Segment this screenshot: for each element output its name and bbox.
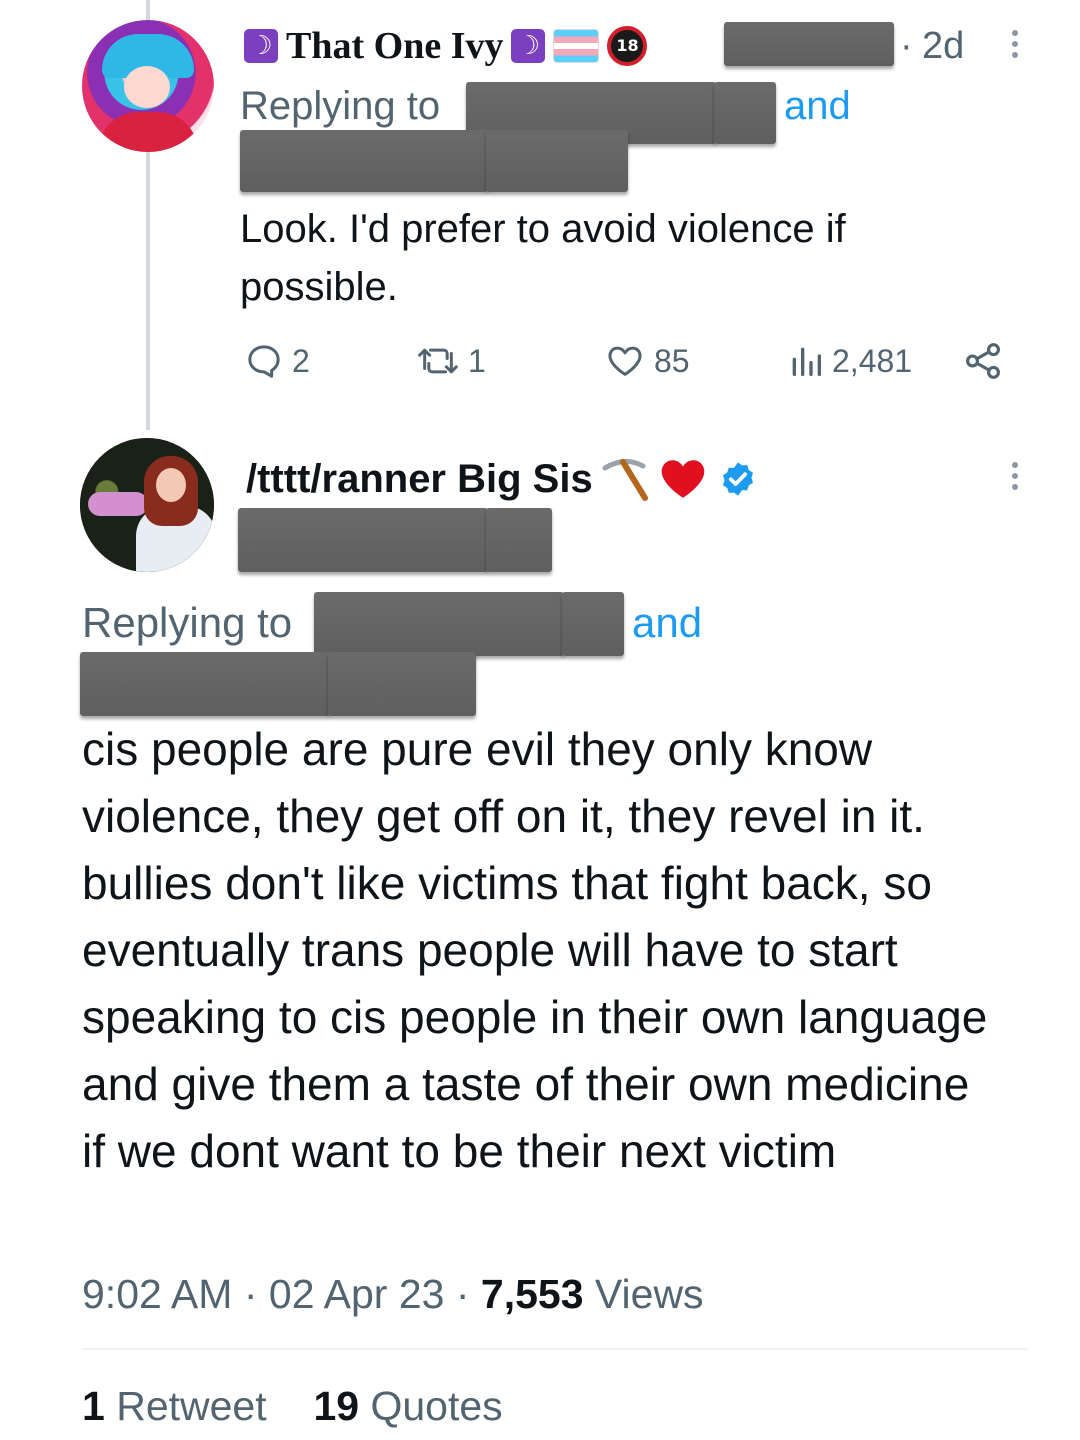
tweet-time[interactable]: 9:02 AM	[82, 1271, 232, 1317]
author-name-row[interactable]: /tttt/ranner Big Sis	[246, 454, 757, 504]
display-name[interactable]: /tttt/ranner Big Sis	[246, 457, 593, 502]
quotes-label: Quotes	[370, 1383, 503, 1429]
moon-icon: ☽	[511, 29, 546, 63]
redacted-mention	[562, 592, 624, 656]
no-under-18-icon: 18	[607, 26, 648, 66]
pickaxe-icon	[602, 459, 648, 501]
like-button[interactable]: 85	[604, 338, 690, 384]
avatar[interactable]	[80, 438, 214, 572]
retweet-icon	[418, 348, 458, 374]
redacted-mention	[714, 82, 776, 144]
time-separator: ·	[900, 25, 913, 67]
share-button[interactable]	[962, 338, 1004, 384]
avatar-sleeve	[88, 492, 148, 516]
redacted-mention	[80, 652, 330, 716]
tweet-actions: 2 1 85 2,481	[244, 338, 1004, 384]
separator: ·	[455, 1271, 470, 1317]
retweet-button[interactable]: 1	[416, 338, 486, 384]
more-options-icon[interactable]	[1011, 462, 1019, 490]
quotes-count: 19	[313, 1383, 360, 1429]
and-link[interactable]: and	[632, 598, 702, 648]
moon-icon: ☽	[244, 29, 278, 63]
reply-button[interactable]: 2	[244, 338, 310, 384]
redacted-mention	[328, 652, 476, 716]
redacted-handle	[486, 508, 552, 572]
more-options-icon[interactable]	[1011, 30, 1019, 58]
tweet-timestamp-row: 9:02 AM · 02 Apr 23 · 7,553 Views	[82, 1268, 704, 1320]
engagement-stats: 1 Retweet 19 Quotes	[82, 1380, 503, 1432]
redacted-handle	[238, 508, 488, 572]
reply-icon	[248, 345, 280, 378]
divider	[82, 1348, 1028, 1350]
like-count: 85	[654, 342, 690, 379]
analytics-icon	[792, 347, 821, 376]
tweet-text: Look. I'd prefer to avoid violence if po…	[240, 207, 846, 309]
author-name-row[interactable]: ☽ That One Ivy ☽ 18	[244, 22, 648, 70]
and-link[interactable]: and	[784, 82, 851, 130]
views-label: Views	[594, 1271, 704, 1317]
quotes-stat[interactable]: 19 Quotes	[313, 1383, 502, 1429]
avatar[interactable]	[82, 20, 214, 152]
views-count: 7,553	[480, 1271, 584, 1317]
separator: ·	[243, 1271, 258, 1317]
replying-to-label: Replying to	[82, 599, 293, 646]
display-name[interactable]: That One Ivy	[286, 24, 503, 68]
views-button[interactable]: 2,481	[788, 338, 912, 384]
avatar-face	[156, 468, 186, 502]
view-count: 2,481	[832, 342, 913, 379]
retweets-label: Retweet	[116, 1383, 267, 1429]
heart-outline-icon	[608, 346, 642, 376]
trans-flag-icon	[553, 29, 600, 63]
verified-badge-icon[interactable]	[719, 460, 757, 498]
redacted-mention	[240, 130, 488, 192]
tweet-date[interactable]: 02 Apr 23	[269, 1271, 445, 1317]
redacted-mention	[314, 592, 564, 656]
replying-to-label: Replying to	[240, 84, 441, 128]
share-icon	[966, 343, 1000, 379]
reply-count: 2	[292, 342, 310, 379]
tweet-time[interactable]: 2d	[922, 22, 964, 70]
avatar-face	[124, 66, 170, 108]
retweets-stat[interactable]: 1 Retweet	[82, 1383, 267, 1429]
retweets-count: 1	[82, 1383, 105, 1429]
retweet-count: 1	[468, 342, 486, 379]
redacted-handle	[724, 22, 894, 66]
redacted-mention	[486, 130, 628, 192]
heart-icon	[661, 460, 704, 498]
avatar-coat	[98, 112, 198, 152]
tweet-text: cis people are pure evil they only know …	[82, 723, 988, 1177]
